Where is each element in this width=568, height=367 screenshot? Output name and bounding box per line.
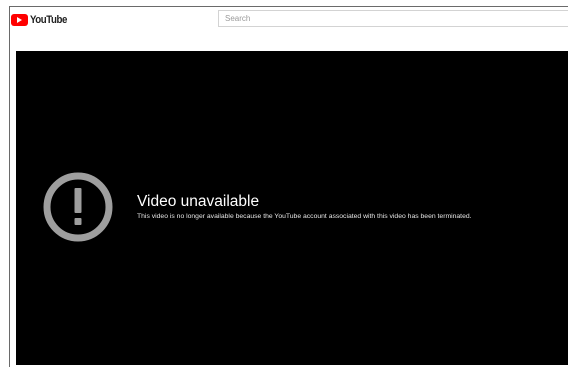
youtube-logo[interactable]: YouTube	[11, 13, 72, 27]
search-input[interactable]: Search	[218, 10, 568, 27]
youtube-play-icon	[11, 14, 28, 26]
video-player[interactable]: Video unavailable This video is no longe…	[16, 51, 568, 365]
search-placeholder: Search	[225, 14, 251, 23]
error-reason: This video is no longer available becaus…	[137, 213, 472, 220]
alert-circle-icon	[43, 172, 113, 242]
error-title: Video unavailable	[137, 193, 260, 210]
browser-viewport: YouTube Search Video unavailable This vi…	[9, 6, 568, 367]
masthead: YouTube Search	[10, 7, 568, 35]
logo-text: YouTube	[30, 14, 67, 26]
